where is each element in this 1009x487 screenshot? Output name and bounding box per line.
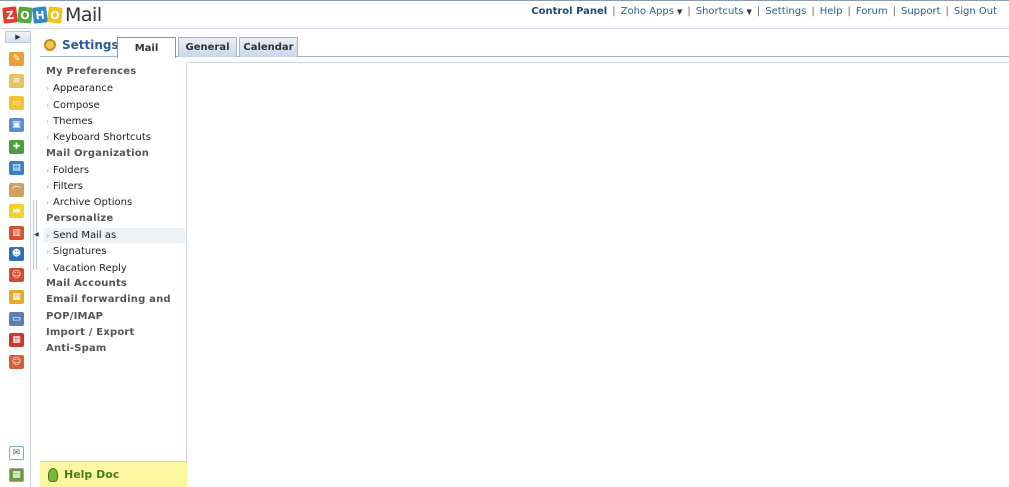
tab-mail[interactable]: Mail	[117, 37, 176, 58]
top-link-label: Sign Out	[953, 6, 997, 17]
settings-title-label: Settings	[62, 38, 119, 52]
link-separator: |	[847, 6, 851, 17]
chevron-down-icon: ▼	[746, 8, 752, 16]
top-link-forum[interactable]: Forum	[856, 6, 888, 17]
nav-section-heading[interactable]: Email forwarding and	[46, 294, 171, 305]
settings-tab-row: Settings Mail General Calendar	[40, 36, 1009, 58]
top-link-label: Control Panel	[531, 6, 608, 17]
link-separator: |	[756, 6, 761, 17]
book-icon[interactable]: ▤	[9, 161, 24, 175]
top-link-zoho-apps[interactable]: Zoho Apps ▼	[621, 6, 683, 17]
vcard-icon[interactable]: ▭	[9, 312, 24, 326]
brand-name: Mail	[65, 4, 102, 26]
zoho-mail-logo[interactable]: Z O H O Mail	[2, 4, 102, 26]
nav-section-heading[interactable]: My Preferences	[46, 66, 136, 77]
nav-item-send-mail-as[interactable]: Send Mail as	[44, 228, 185, 243]
nav-section-heading[interactable]: Mail Organization	[46, 148, 149, 159]
puzzle-icon[interactable]: ✚	[9, 140, 24, 154]
help-bulb-icon	[48, 467, 58, 482]
apps-icon[interactable]: ▦	[9, 468, 24, 482]
contacts-icon[interactable]: ☻	[9, 247, 24, 261]
help-doc-link[interactable]: Help Doc	[40, 461, 187, 487]
pane-splitter[interactable]: ◀	[33, 200, 39, 270]
attachment-icon[interactable]: ⌒	[9, 183, 24, 197]
top-link-settings[interactable]: Settings	[765, 6, 806, 17]
nav-item-appearance[interactable]: Appearance	[44, 81, 185, 96]
nav-item-themes[interactable]: Themes	[44, 114, 185, 129]
top-link-support[interactable]: Support	[901, 6, 941, 17]
top-link-shortcuts[interactable]: Shortcuts ▼	[696, 6, 752, 17]
nav-item-archive-options[interactable]: Archive Options	[44, 195, 185, 210]
calendar-icon[interactable]: ▦	[9, 333, 24, 347]
settings-content-pane	[188, 62, 1009, 487]
link-separator: |	[892, 6, 896, 17]
logo-letter: O	[17, 6, 33, 24]
top-link-sign-out[interactable]: Sign Out	[954, 6, 997, 17]
compose-new-icon[interactable]: ✉	[9, 446, 24, 460]
nav-section-heading[interactable]: Anti-Spam	[46, 343, 107, 354]
tab-general[interactable]: General	[178, 37, 237, 57]
logo-letter: H	[32, 6, 48, 24]
nav-item-compose[interactable]: Compose	[44, 98, 185, 113]
user-icon[interactable]: ☺	[9, 268, 24, 282]
link-separator: |	[687, 6, 691, 17]
nav-item-signatures[interactable]: Signatures	[44, 244, 185, 259]
inbox-icon[interactable]: ▦	[9, 290, 24, 304]
contacts-card-icon[interactable]: ▣	[9, 118, 24, 132]
logo-letter: O	[47, 6, 63, 24]
logo-letter: Z	[2, 6, 18, 24]
zoho-mail-settings-page: Z O H O Mail Control Panel | Zoho Apps ▼ | Sh…	[0, 0, 1009, 487]
gear-icon	[44, 39, 56, 51]
nav-item-filters[interactable]: Filters	[44, 179, 185, 194]
nav-item-folders[interactable]: Folders	[44, 163, 185, 178]
chevron-down-icon: ▼	[676, 8, 683, 16]
top-link-label: Support	[900, 6, 941, 17]
collapse-toggle-button[interactable]: ▶	[5, 31, 31, 43]
chevron-right-icon: ▶	[15, 33, 21, 41]
folder-icon[interactable]: ▭	[9, 96, 24, 110]
top-link-label: Zoho Apps	[620, 6, 674, 17]
chart-icon[interactable]: ▥	[9, 226, 24, 240]
top-link-label: Settings	[765, 6, 807, 17]
nav-item-vacation-reply[interactable]: Vacation Reply	[44, 261, 185, 276]
nav-item-keyboard-shortcuts[interactable]: Keyboard Shortcuts	[44, 130, 185, 145]
top-header: Z O H O Mail Control Panel | Zoho Apps ▼ | Sh…	[0, 0, 1009, 29]
link-separator: |	[811, 6, 815, 17]
top-link-control-panel[interactable]: Control Panel	[531, 6, 607, 17]
link-separator: |	[945, 6, 949, 17]
edit-icon[interactable]: ✎	[9, 52, 24, 66]
app-icon-rail: ▶ ✎ ≡ ▭ ▣ ✚ ▤ ⌒ ▬ ▥ ☻ ☺ ▦ ▭ ▦ ☺ ✉ ▦	[3, 30, 31, 487]
person-icon[interactable]: ☺	[9, 355, 24, 369]
nav-section-heading[interactable]: POP/IMAP	[46, 311, 103, 322]
tab-calendar[interactable]: Calendar	[239, 37, 298, 57]
chevron-left-icon: ◀	[34, 231, 39, 238]
nav-section-heading[interactable]: Mail Accounts	[46, 278, 127, 289]
help-doc-label: Help Doc	[64, 468, 120, 481]
link-separator: |	[612, 6, 616, 17]
top-link-label: Forum	[855, 6, 888, 17]
sticky-note-icon[interactable]: ▬	[9, 204, 24, 218]
top-link-label: Shortcuts	[695, 6, 744, 17]
settings-nav: My Preferences Appearance ComposeThemesKey…	[40, 62, 187, 487]
top-nav-links: Control Panel | Zoho Apps ▼ | Shortcuts ▼ | Sett…	[531, 6, 997, 17]
nav-section-heading[interactable]: Import / Export	[46, 327, 135, 338]
top-link-help[interactable]: Help	[820, 6, 843, 17]
settings-title: Settings	[44, 38, 119, 52]
top-link-label: Help	[819, 6, 843, 17]
notes-icon[interactable]: ≡	[9, 74, 24, 88]
nav-section-heading[interactable]: Personalize	[46, 213, 113, 224]
